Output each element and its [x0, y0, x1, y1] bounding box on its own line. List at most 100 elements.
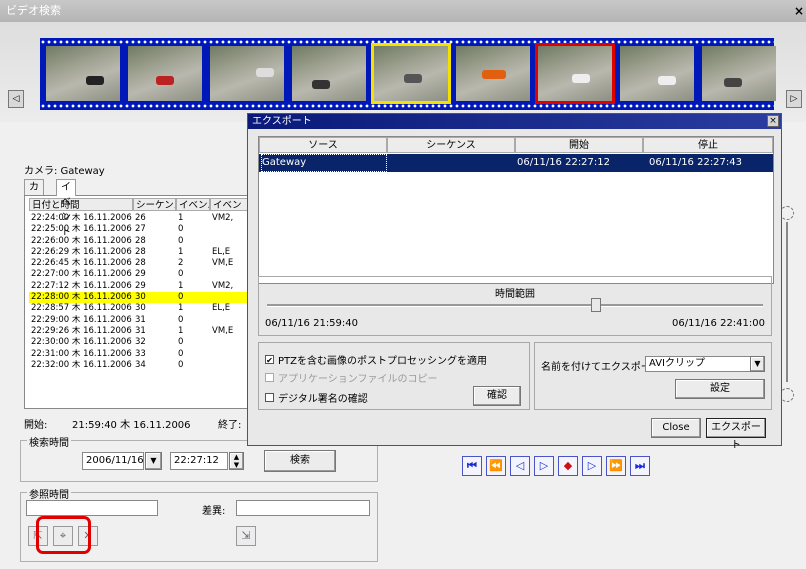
table-cell: 28 [135, 258, 146, 269]
last-frame-button[interactable]: ⏭ [630, 456, 650, 476]
playback-controls: ⏮ ⏪ ◁ ▷ ◆ ▷ ⏩ ⏭ [462, 456, 650, 476]
table-row[interactable]: 22:26:45 木 16.11.2006 28 2 VM,E [29, 258, 257, 269]
step-forward-icon: ▷ [587, 459, 597, 472]
table-cell: 1 [178, 213, 184, 223]
export-format-select[interactable]: AVIクリップ [645, 356, 751, 372]
table-row[interactable]: 22:29:26 木 16.11.2006 31 1 VM,E [29, 325, 257, 337]
table-row[interactable]: 22:28:00 木 16.11.2006 30 0 [29, 292, 257, 304]
video-search-window: ビデオ検索 × ◁ ▷ カメラ: Gateway カメラ イベント 日付と時間 … [0, 0, 806, 569]
table-cell: 0 [178, 235, 184, 246]
export-dialog: エクスポート × ソース シーケンス 開始 停止 Gateway 06/11/1… [247, 113, 782, 451]
column-header-datetime[interactable]: 日付と時間 [29, 198, 133, 211]
copy-app-files-checkbox: アプリケーションファイルのコピー [265, 370, 438, 385]
export-row-source: Gateway [261, 154, 387, 172]
table-row[interactable]: 22:28:57 木 16.11.2006 30 1 EL,E [29, 303, 257, 314]
skip-first-icon: ⏮ [467, 459, 477, 472]
thumbnail-frame[interactable] [46, 46, 120, 101]
thumbnail-frame[interactable] [702, 46, 776, 101]
export-dialog-close-button[interactable]: × [767, 115, 779, 127]
film-perforation-top [40, 39, 774, 45]
window-title: ビデオ検索 [6, 4, 61, 17]
diff-label: 差異: [202, 506, 226, 517]
reference-time-field[interactable] [26, 500, 158, 516]
rewind-button[interactable]: ⏪ [486, 456, 506, 476]
date-dropdown-button[interactable]: ▼ [145, 452, 162, 470]
filmstrip-prev-button[interactable]: ◁ [8, 90, 24, 108]
tab-event[interactable]: イベント [56, 179, 76, 238]
table-row[interactable]: 22:32:00 木 16.11.2006 34 0 [29, 359, 257, 371]
diff-field[interactable] [236, 500, 370, 516]
table-cell: 22:26:00 木 16.11.2006 [31, 235, 132, 246]
thumbnail-frame[interactable] [292, 46, 366, 101]
spin-down-icon: ▼ [233, 461, 240, 469]
column-header-stop[interactable]: 停止 [643, 137, 773, 153]
thumbnail-frame[interactable] [456, 46, 530, 101]
thumbnail-frame[interactable] [620, 46, 694, 101]
zoom-out-icon[interactable] [780, 388, 794, 402]
confirm-button[interactable]: 確認 [473, 386, 521, 406]
search-date-field[interactable]: 2006/11/16 [82, 452, 144, 470]
thumbnail-frame-marked[interactable] [535, 43, 615, 104]
table-cell: 2 [178, 258, 184, 269]
first-frame-button[interactable]: ⏮ [462, 456, 482, 476]
time-range-from: 06/11/16 21:59:40 [265, 318, 359, 329]
table-row[interactable]: 22:27:12 木 16.11.2006 29 1 VM2, [29, 280, 257, 292]
fast-forward-button[interactable]: ⏩ [606, 456, 626, 476]
thumbnail-frame-current[interactable] [371, 43, 451, 104]
table-cell: 22:30:00 木 16.11.2006 [31, 337, 132, 348]
tab-camera[interactable]: カメラ [24, 179, 44, 223]
time-spinner[interactable]: ▲ ▼ [229, 452, 244, 470]
thumbnail-frame[interactable] [128, 46, 202, 101]
search-time-field[interactable]: 22:27:12 [170, 452, 228, 470]
export-button[interactable]: エクスポート [706, 418, 766, 451]
table-cell: 28 [135, 235, 146, 246]
window-close-button[interactable]: × [794, 0, 804, 22]
filmstrip-next-button[interactable]: ▷ [786, 90, 802, 108]
stop-button[interactable]: ◆ [558, 456, 578, 476]
table-cell: 0 [178, 269, 184, 280]
step-back-icon: ◁ [515, 459, 525, 472]
step-forward-button[interactable]: ▷ [582, 456, 602, 476]
table-row[interactable]: 22:26:29 木 16.11.2006 28 1 EL,E [29, 246, 257, 258]
time-range-slider-track[interactable] [267, 304, 763, 307]
time-range-slider-thumb[interactable] [591, 298, 601, 312]
table-cell: 29 [135, 269, 146, 280]
column-header-sequence[interactable]: シーケンス [133, 198, 176, 211]
table-cell: 22:31:00 木 16.11.2006 [31, 348, 132, 359]
table-row[interactable]: 22:30:00 木 16.11.2006 32 0 [29, 337, 257, 348]
digital-signature-checkbox[interactable]: デジタル署名の確認 [265, 390, 368, 405]
table-cell: 30 [135, 303, 146, 314]
column-header-source[interactable]: ソース [259, 137, 387, 153]
search-button[interactable]: 検索 [264, 450, 336, 472]
column-header-start[interactable]: 開始 [515, 137, 643, 153]
table-cell: 22:26:29 木 16.11.2006 [31, 246, 132, 257]
chevron-down-icon: ▼ [754, 359, 761, 368]
table-cell: 22:28:00 木 16.11.2006 [31, 292, 132, 303]
time-range-to: 06/11/16 22:41:00 [671, 318, 765, 329]
column-header-sequence[interactable]: シーケンス [387, 137, 515, 153]
table-cell: 22:27:12 木 16.11.2006 [31, 280, 132, 291]
export-format-dropdown[interactable]: ▼ [750, 356, 765, 372]
close-button[interactable]: Close [651, 418, 701, 438]
reference-compare-button[interactable]: ⇲ [236, 526, 256, 546]
export-source-row-selected[interactable]: Gateway 06/11/16 22:27:12 06/11/16 22:27… [259, 154, 773, 172]
export-options-group: ✔ PTZを含む画像のポストプロセッシングを適用 アプリケーションファイルのコピー… [258, 342, 530, 410]
column-header-event-count[interactable]: イベン... [176, 198, 210, 211]
export-source-list: ソース シーケンス 開始 停止 Gateway 06/11/16 22:27:1… [258, 136, 774, 284]
thumbnail-frame[interactable] [210, 46, 284, 101]
settings-button[interactable]: 設定 [675, 379, 765, 399]
table-row[interactable]: 22:31:00 木 16.11.2006 33 0 [29, 348, 257, 360]
zoom-in-icon[interactable] [780, 206, 794, 220]
table-cell: 1 [178, 325, 184, 336]
ptz-postprocess-label: PTZを含む画像のポストプロセッシングを適用 [278, 356, 487, 367]
table-cell: 0 [178, 359, 184, 370]
table-row[interactable]: 22:27:00 木 16.11.2006 29 0 [29, 269, 257, 280]
step-back-button[interactable]: ◁ [510, 456, 530, 476]
table-row[interactable]: 22:29:00 木 16.11.2006 31 0 [29, 315, 257, 326]
zoom-slider-track[interactable] [786, 222, 788, 382]
table-cell: 1 [178, 280, 184, 291]
ptz-postprocess-checkbox[interactable]: ✔ PTZを含む画像のポストプロセッシングを適用 [265, 352, 487, 367]
table-cell: 28 [135, 246, 146, 257]
play-button[interactable]: ▷ [534, 456, 554, 476]
table-cell: 27 [135, 224, 146, 235]
